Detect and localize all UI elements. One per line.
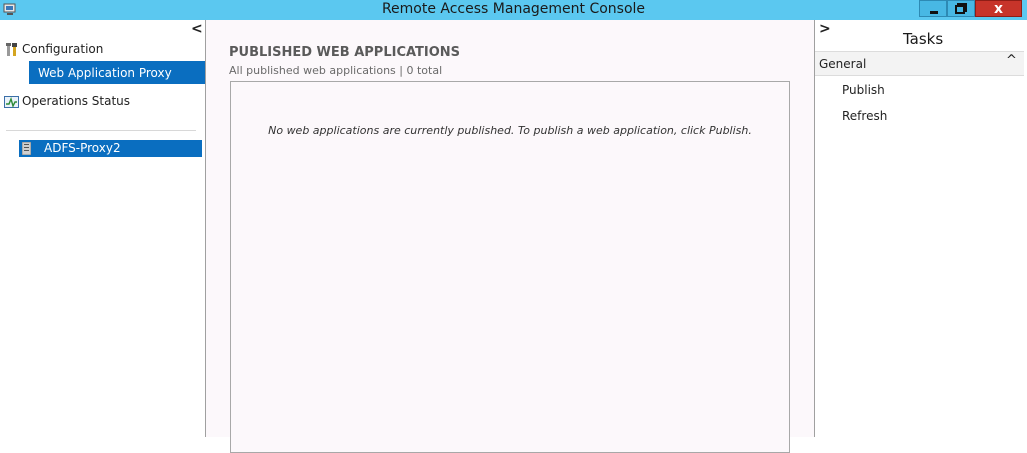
empty-list-message: No web applications are currently publis… (268, 124, 752, 137)
nav-item-label: Web Application Proxy (38, 66, 172, 80)
server-item-adfs-proxy2[interactable]: ADFS-Proxy2 (19, 140, 202, 157)
page-subtitle: All published web applications | 0 total (229, 64, 443, 77)
tasks-pane: > Tasks General ^ Publish Refresh (815, 20, 1027, 437)
nav-item-label: Operations Status (22, 94, 131, 108)
publish-task-link[interactable]: Publish (842, 83, 885, 97)
collapse-nav-chevron-icon[interactable]: < (191, 21, 203, 37)
tasks-section-label: General (819, 57, 867, 71)
title-bar: Remote Access Management Console x (0, 0, 1027, 20)
page-title: PUBLISHED WEB APPLICATIONS (229, 45, 461, 60)
collapse-tasks-chevron-icon[interactable]: > (819, 21, 831, 37)
close-button[interactable]: x (975, 0, 1022, 17)
window-title: Remote Access Management Console (381, 1, 646, 17)
nav-item-label: Configuration (22, 42, 104, 56)
restore-button[interactable] (947, 0, 975, 17)
nav-item-operations-status[interactable]: Operations Status (4, 94, 130, 109)
chevron-up-icon: ^ (1006, 53, 1017, 68)
refresh-task-link[interactable]: Refresh (842, 109, 887, 123)
web-applications-list[interactable]: No web applications are currently publis… (230, 81, 790, 453)
minimize-button[interactable] (919, 0, 947, 17)
nav-item-web-application-proxy[interactable]: Web Application Proxy (12, 61, 205, 84)
restore-icon (955, 3, 967, 14)
close-icon: x (993, 1, 1004, 17)
minimize-icon (930, 11, 938, 14)
status-monitor-icon (4, 95, 19, 108)
server-icon (22, 142, 31, 155)
tasks-title: Tasks (903, 30, 944, 48)
wrench-screwdriver-icon (6, 42, 17, 56)
tasks-section-general[interactable]: General ^ (815, 51, 1024, 76)
nav-item-configuration[interactable]: Configuration (4, 42, 103, 57)
server-label: ADFS-Proxy2 (44, 141, 121, 155)
main-content-pane: PUBLISHED WEB APPLICATIONS All published… (206, 20, 814, 453)
navigation-pane: < Configuration Web Application Proxy Op… (0, 20, 205, 437)
nav-separator (6, 130, 196, 131)
